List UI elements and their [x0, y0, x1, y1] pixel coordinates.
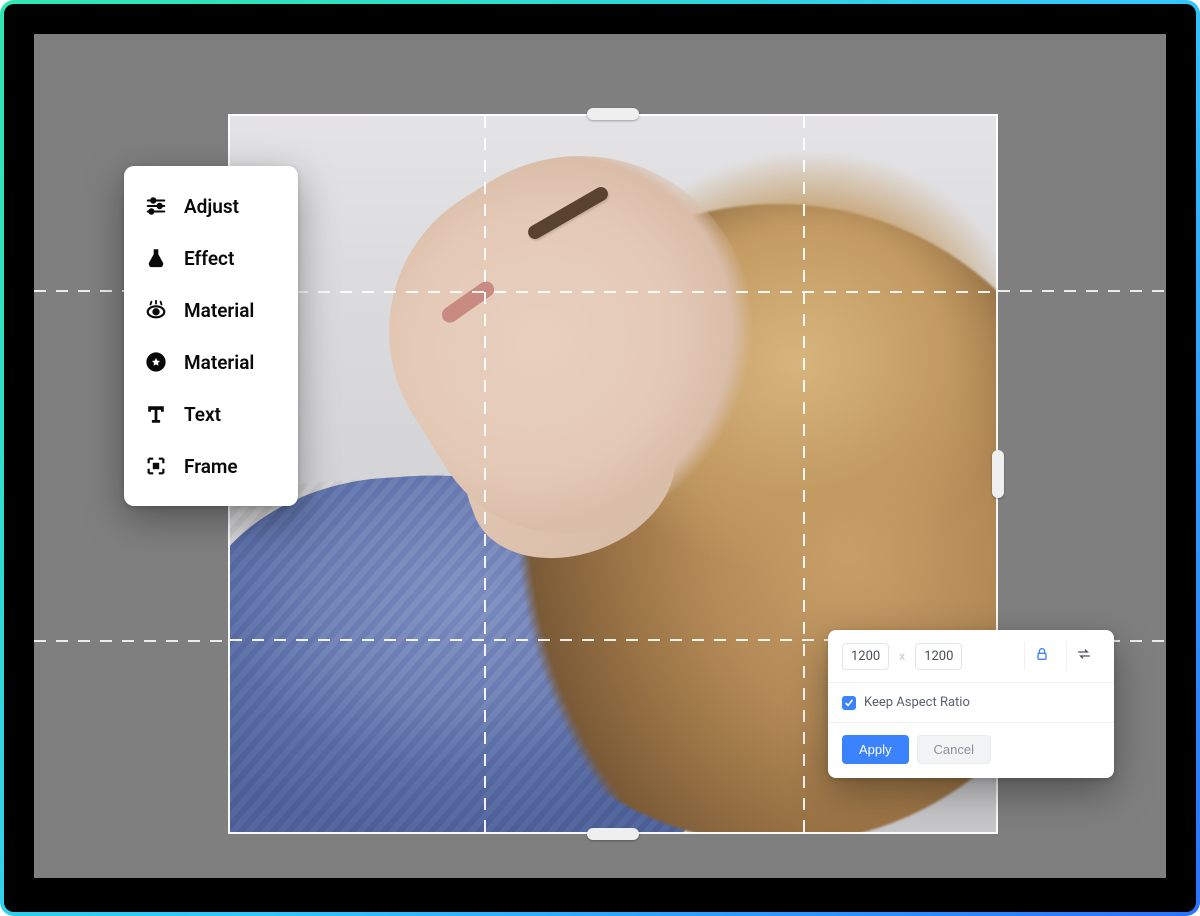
sliders-icon — [144, 194, 168, 218]
guide-line — [34, 640, 228, 642]
crop-handle-top[interactable] — [587, 108, 639, 120]
menu-item-label: Adjust — [184, 195, 239, 218]
app-frame: Adjust Effect Ma — [0, 0, 1200, 916]
frame-icon — [144, 454, 168, 478]
lock-aspect-button[interactable] — [1024, 642, 1058, 670]
tools-menu: Adjust Effect Ma — [124, 166, 298, 506]
menu-item-text[interactable]: Text — [132, 388, 290, 440]
swap-dimensions-button[interactable] — [1066, 642, 1100, 670]
crop-handle-bottom[interactable] — [587, 828, 639, 840]
app-inner-frame: Adjust Effect Ma — [4, 4, 1196, 912]
dimension-separator: x — [897, 649, 907, 663]
height-input[interactable]: 1200 — [915, 643, 962, 670]
lock-icon — [1034, 646, 1050, 666]
eye-icon — [144, 298, 168, 322]
menu-item-label: Material — [184, 351, 254, 374]
menu-item-label: Material — [184, 299, 254, 322]
menu-item-material-eye[interactable]: Material — [132, 284, 290, 336]
menu-item-label: Frame — [184, 455, 238, 478]
dimensions-panel: 1200 x 1200 — [828, 630, 1114, 778]
guide-line — [998, 290, 1166, 292]
text-icon — [144, 402, 168, 426]
flask-icon — [144, 246, 168, 270]
editor-stage: Adjust Effect Ma — [34, 34, 1166, 878]
width-input[interactable]: 1200 — [842, 643, 889, 670]
menu-item-effect[interactable]: Effect — [132, 232, 290, 284]
actions-row: Apply Cancel — [828, 723, 1114, 778]
menu-item-frame[interactable]: Frame — [132, 440, 290, 492]
menu-item-adjust[interactable]: Adjust — [132, 180, 290, 232]
apply-button[interactable]: Apply — [842, 735, 909, 764]
crop-handle-right[interactable] — [992, 450, 1004, 498]
dimensions-row: 1200 x 1200 — [828, 630, 1114, 683]
swap-icon — [1076, 646, 1092, 666]
aspect-ratio-row: Keep Aspect Ratio — [828, 683, 1114, 723]
menu-item-material-star[interactable]: Material — [132, 336, 290, 388]
keep-aspect-label: Keep Aspect Ratio — [864, 695, 970, 710]
menu-item-label: Effect — [184, 247, 234, 270]
menu-item-label: Text — [184, 403, 221, 426]
cancel-button[interactable]: Cancel — [917, 735, 991, 764]
star-badge-icon — [144, 350, 168, 374]
keep-aspect-checkbox[interactable] — [842, 696, 856, 710]
